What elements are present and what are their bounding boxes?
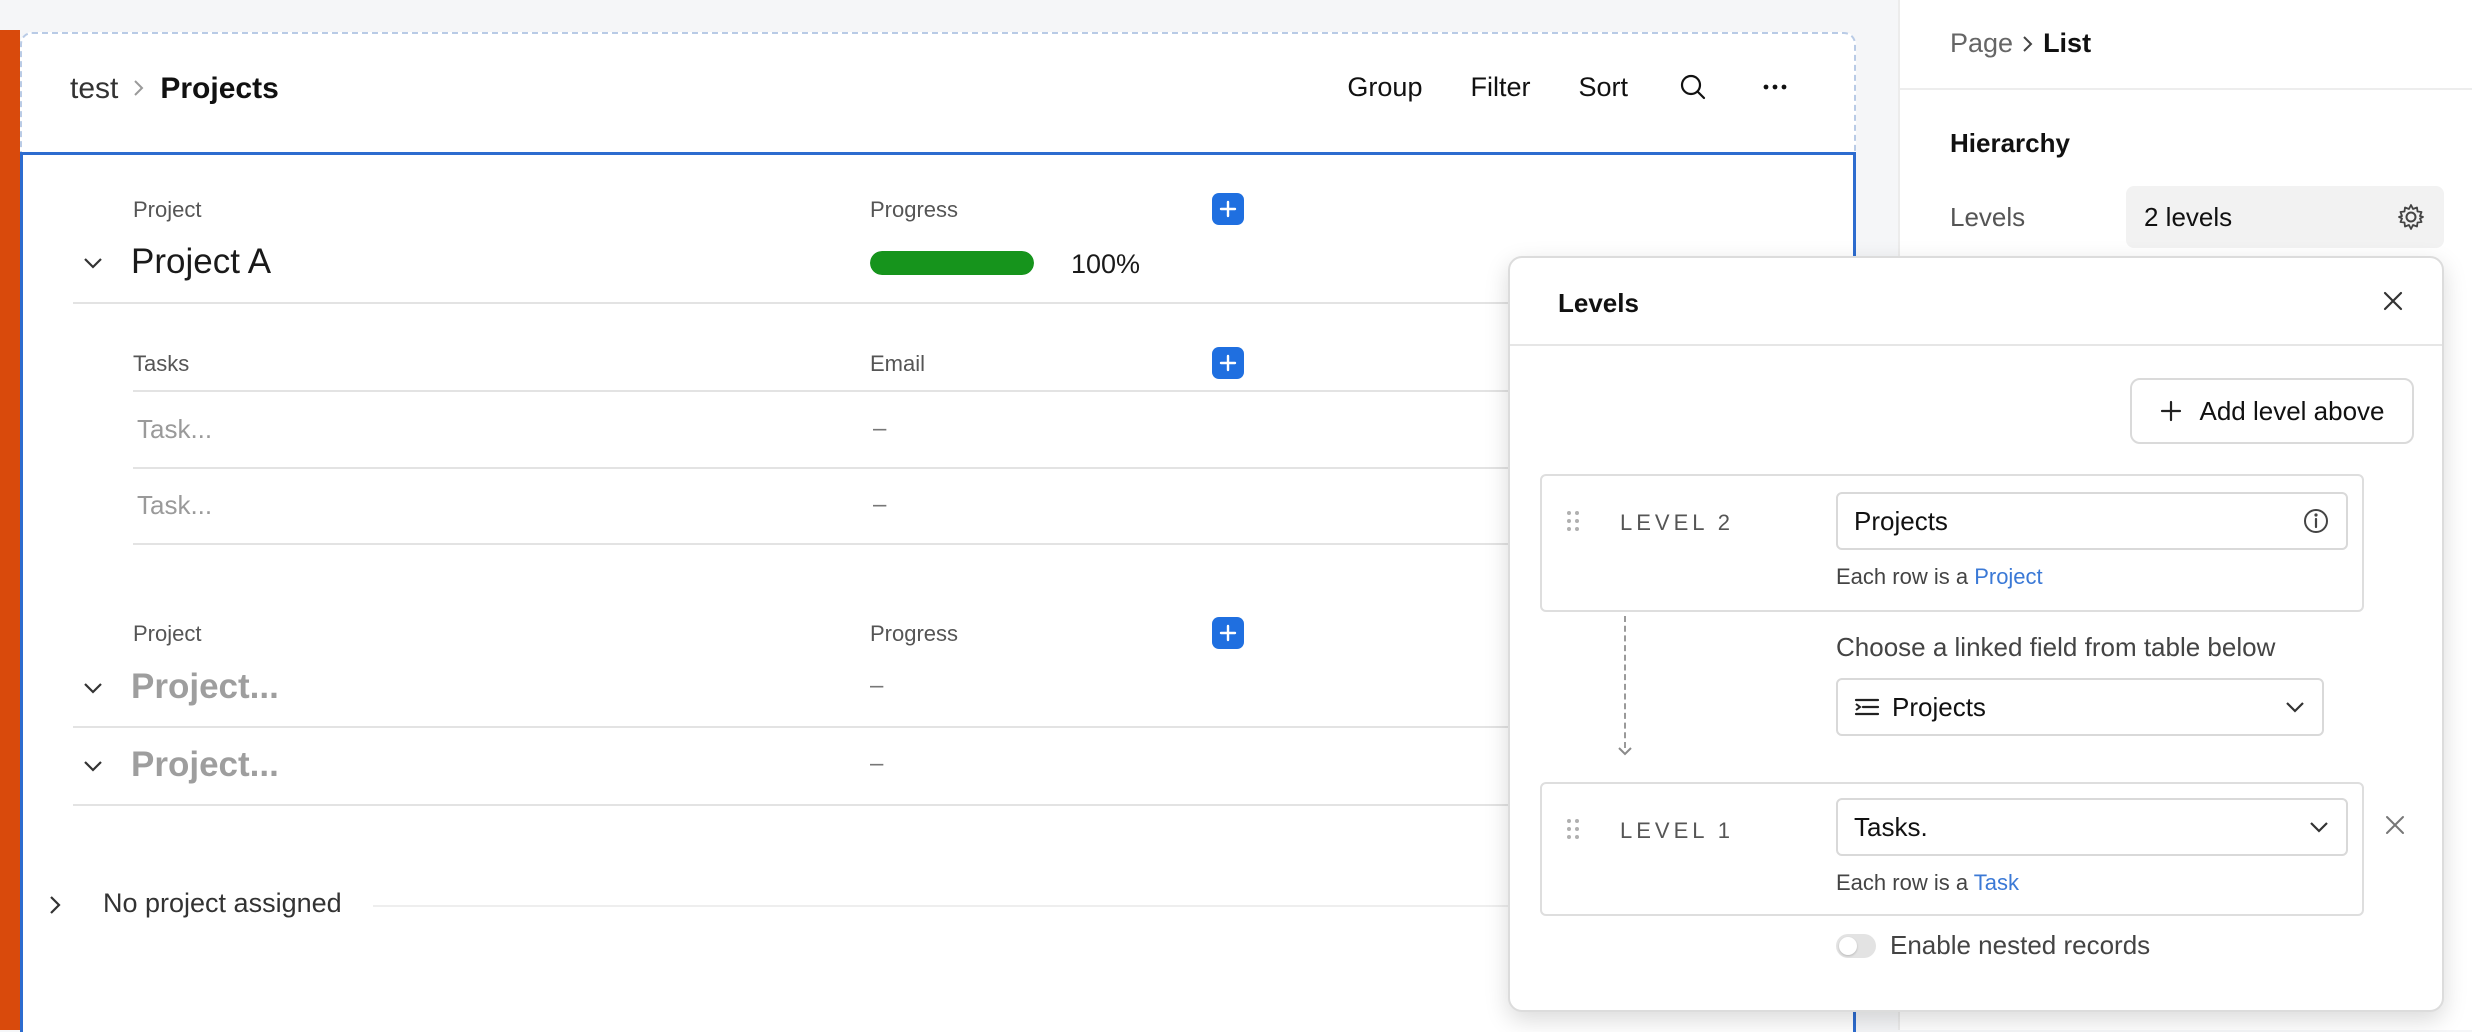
column-header-project: Project	[133, 197, 202, 222]
chevron-down-icon[interactable]	[79, 674, 107, 702]
arrow-down-icon	[1616, 744, 1634, 762]
breadcrumb: test Projects	[70, 72, 279, 106]
panel-breadcrumb: Page List	[1950, 28, 2091, 59]
page-header: test Projects Group Filter Sort	[20, 32, 1856, 154]
level-2-caption: Each row is a Project	[1836, 564, 2043, 590]
add-field-button[interactable]	[1212, 193, 1244, 225]
levels-field[interactable]: 2 levels	[2126, 186, 2444, 248]
level-connector	[1624, 616, 1626, 748]
chevron-down-icon[interactable]	[79, 752, 107, 780]
accent-strip	[0, 30, 20, 1030]
drag-handle-icon[interactable]	[1564, 508, 1582, 534]
progress-cell: –	[870, 750, 884, 777]
level-2-card: LEVEL 2 Projects Each row is a Project	[1540, 474, 2364, 612]
progress-cell: –	[870, 672, 884, 699]
add-field-button[interactable]	[1212, 617, 1244, 649]
column-header-tasks: Tasks	[133, 351, 190, 376]
plus-icon	[2159, 399, 2183, 423]
divider	[373, 905, 1573, 907]
divider	[133, 543, 1573, 545]
column-header-progress: Progress	[870, 197, 959, 222]
add-level-label: Add level above	[2199, 395, 2385, 426]
divider	[73, 804, 1573, 806]
progress-bar	[870, 251, 1034, 275]
divider	[133, 467, 1573, 469]
divider	[1510, 344, 2442, 346]
divider	[73, 302, 1573, 304]
project-title[interactable]: Project...	[131, 667, 279, 707]
nested-records-toggle[interactable]	[1836, 934, 1876, 958]
more-icon[interactable]	[1758, 70, 1792, 104]
level-1-value: Tasks.	[1854, 811, 1928, 842]
level-1-card: LEVEL 1 Tasks. Each row is a Task	[1540, 782, 2364, 916]
levels-value: 2 levels	[2144, 201, 2233, 232]
toolbar: Group Filter Sort	[1347, 70, 1792, 104]
task-cell[interactable]: Task...	[137, 414, 212, 445]
close-icon[interactable]	[2376, 284, 2410, 318]
levels-label: Levels	[1950, 202, 2026, 232]
hierarchy-heading: Hierarchy	[1950, 128, 2070, 158]
filter-button[interactable]: Filter	[1470, 72, 1530, 103]
group-button[interactable]: Group	[1347, 72, 1422, 103]
chevron-down-icon	[2308, 820, 2330, 834]
level-1-table-select[interactable]: Tasks.	[1836, 798, 2348, 856]
linked-field-value: Projects	[1892, 691, 1986, 722]
level-1-caption: Each row is a Task	[1836, 870, 2019, 896]
project-title[interactable]: Project A	[131, 242, 271, 282]
each-row-prefix: Each row is a	[1836, 564, 1969, 589]
chevron-right-icon[interactable]	[41, 891, 69, 919]
breadcrumb-parent[interactable]: test	[70, 72, 118, 106]
divider	[1900, 88, 2472, 90]
email-cell[interactable]: –	[873, 415, 886, 443]
progress-percent: 100%	[1071, 249, 1141, 279]
breadcrumb-current: Projects	[160, 72, 279, 105]
progress-fill	[870, 251, 1034, 275]
level-1-table-link[interactable]: Task	[1974, 870, 2019, 895]
column-header-project: Project	[133, 621, 202, 646]
panel-crumb-current: List	[2043, 28, 2092, 58]
search-icon[interactable]	[1676, 70, 1710, 104]
project-title[interactable]: Project...	[131, 745, 279, 785]
popover-title: Levels	[1558, 288, 1639, 318]
gear-icon[interactable]	[2396, 202, 2426, 232]
levels-popover: Levels Add level above LEVEL 2 Projects …	[1508, 256, 2444, 1012]
chevron-down-icon[interactable]	[79, 249, 107, 277]
level-2-value: Projects	[1854, 505, 1948, 536]
linked-field-select[interactable]: Projects	[1836, 678, 2324, 736]
each-row-prefix: Each row is a	[1836, 870, 1969, 895]
column-header-email: Email	[870, 351, 926, 376]
level-2-table-field[interactable]: Projects	[1836, 492, 2348, 550]
remove-level-icon[interactable]	[2380, 810, 2410, 840]
divider	[73, 726, 1573, 728]
no-project-group[interactable]: No project assigned	[103, 888, 342, 919]
add-field-button[interactable]	[1212, 347, 1244, 379]
info-icon[interactable]	[2302, 507, 2330, 535]
drag-handle-icon[interactable]	[1564, 816, 1582, 842]
level-2-table-link[interactable]: Project	[1974, 564, 2042, 589]
lines-icon	[1854, 696, 1880, 718]
panel-crumb-page[interactable]: Page	[1950, 28, 2013, 59]
sort-button[interactable]: Sort	[1578, 72, 1628, 103]
chevron-right-icon	[2021, 34, 2035, 54]
column-header-progress: Progress	[870, 621, 959, 646]
level-2-label: LEVEL 2	[1620, 510, 1735, 535]
chevron-down-icon	[2284, 700, 2306, 714]
nested-records-label: Enable nested records	[1890, 930, 2151, 960]
add-level-above-button[interactable]: Add level above	[2130, 378, 2414, 444]
toggle-knob	[1839, 937, 1857, 955]
task-cell[interactable]: Task...	[137, 490, 212, 521]
divider	[133, 390, 1573, 392]
choose-linked-field-label: Choose a linked field from table below	[1836, 632, 2276, 662]
chevron-right-icon	[132, 74, 146, 105]
email-cell[interactable]: –	[873, 491, 886, 519]
level-1-label: LEVEL 1	[1620, 818, 1735, 843]
